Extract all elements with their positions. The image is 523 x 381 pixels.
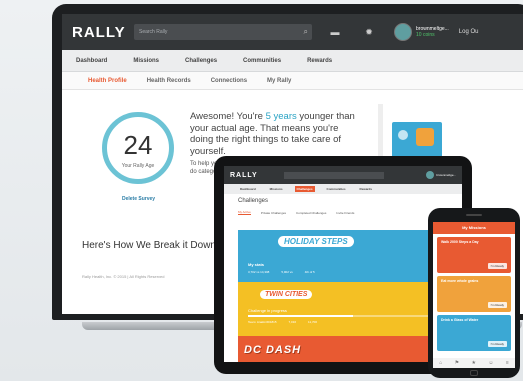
phone-screen: My Missions Walk 2000 Steps a Day I'm Re… bbox=[433, 222, 515, 368]
rally-age-label: Your Rally Age bbox=[121, 163, 155, 169]
tablet-nav-communities[interactable]: Communities bbox=[325, 186, 348, 192]
stat-value: Team: Anakin3D1815 bbox=[248, 320, 277, 324]
main-nav: Dashboard Missions Challenges Communitie… bbox=[62, 50, 523, 72]
tablet-user-menu[interactable]: brownmeltge... bbox=[426, 171, 456, 179]
progress-label: Challenge in progress bbox=[248, 308, 287, 313]
tab-health-records[interactable]: Health Records bbox=[147, 78, 191, 84]
challenge-banner: TWIN CITIES bbox=[260, 290, 313, 299]
nav-challenges[interactable]: Challenges bbox=[185, 58, 217, 64]
tablet-rally-logo[interactable]: RALLY bbox=[230, 172, 270, 179]
stat-value: 5,902 vs bbox=[281, 270, 293, 274]
rally-logo[interactable]: RALLY bbox=[72, 24, 128, 41]
stat-value: 3,702 vs 14,308 bbox=[248, 270, 270, 274]
device-showcase: RALLY Search Rally ⌕ ▬ ✹ brownmeltge... … bbox=[0, 0, 523, 381]
delete-survey-link[interactable]: Delete Survey bbox=[122, 196, 155, 202]
tab-my-rally[interactable]: My Rally bbox=[267, 78, 291, 84]
flag-icon[interactable]: ⚑ bbox=[455, 360, 459, 366]
mission-card[interactable]: Eat more whole grains I'm Ready bbox=[437, 276, 511, 312]
tablet-search-input[interactable] bbox=[284, 171, 384, 179]
phone-tab-bar: ⌂ ⚑ ★ ☺ ≡ bbox=[433, 358, 515, 368]
tab-connections[interactable]: Connections bbox=[211, 78, 247, 84]
nav-missions[interactable]: Missions bbox=[133, 58, 159, 64]
challenge-card-twin-cities[interactable]: TWIN CITIES Challenge in progress Team: … bbox=[238, 282, 448, 336]
rally-age-value: 24 bbox=[123, 130, 153, 160]
gear-icon[interactable]: ✹ bbox=[358, 27, 380, 38]
star-icon[interactable]: ★ bbox=[471, 360, 475, 366]
progress-bar bbox=[248, 315, 438, 317]
tablet-top-bar: RALLY brownmeltge... bbox=[224, 166, 462, 184]
stat-value: 4th of 5 bbox=[304, 270, 315, 274]
tab-my-active[interactable]: My Active bbox=[238, 210, 251, 215]
challenge-card-holiday[interactable]: HOLIDAY STEPS My stats 3,702 vs 14,308 5… bbox=[238, 230, 448, 282]
stat-value: 7,016 bbox=[288, 320, 297, 324]
tablet-user-name: brownmeltge... bbox=[436, 173, 456, 177]
tablet-main-nav: Dashboard Missions Challenges Communitie… bbox=[224, 184, 462, 194]
person-icon[interactable]: ☺ bbox=[488, 360, 493, 366]
challenge-banner: HOLIDAY STEPS bbox=[278, 236, 354, 247]
phone-frame: My Missions Walk 2000 Steps a Day I'm Re… bbox=[428, 208, 520, 378]
nav-communities[interactable]: Communities bbox=[243, 58, 281, 64]
search-icon[interactable]: ⌕ bbox=[304, 27, 308, 37]
tablet-screen: RALLY brownmeltge... Dashboard Missions … bbox=[224, 166, 462, 362]
challenge-banner: DC DASH bbox=[244, 344, 302, 356]
phone-home-button[interactable] bbox=[470, 370, 478, 376]
tablet-nav-dashboard[interactable]: Dashboard bbox=[238, 186, 258, 192]
tablet-nav-challenges[interactable]: Challenges bbox=[294, 186, 315, 192]
challenges-heading: Challenges bbox=[238, 198, 269, 204]
phone-header: My Missions bbox=[433, 222, 515, 234]
stat-value: 11,700 bbox=[308, 320, 317, 324]
phone-speaker bbox=[466, 214, 482, 216]
tablet-nav-rewards[interactable]: Rewards bbox=[358, 186, 375, 192]
stats-label: My stats bbox=[248, 262, 265, 267]
top-bar: RALLY Search Rally ⌕ ▬ ✹ brownmeltge... … bbox=[62, 14, 523, 50]
mission-title: Drink a Glass of Water bbox=[441, 318, 479, 322]
tablet-nav-missions[interactable]: Missions bbox=[268, 186, 285, 192]
menu-icon[interactable]: ≡ bbox=[506, 360, 509, 366]
footer-text: Rally Health, Inc. © 2015 | All Rights R… bbox=[82, 274, 165, 279]
user-menu[interactable]: brownmeltge... 10 coins bbox=[394, 23, 449, 41]
mission-card[interactable]: Walk 2000 Steps a Day I'm Ready bbox=[437, 237, 511, 273]
breakdown-heading: Here's How We Break it Down bbox=[82, 240, 216, 251]
mission-join-button[interactable]: I'm Ready bbox=[487, 341, 507, 347]
mission-title: Eat more whole grains bbox=[441, 279, 479, 283]
tab-health-profile[interactable]: Health Profile bbox=[88, 78, 127, 84]
stats-row: Team: Anakin3D1815 7,016 11,700 bbox=[248, 320, 329, 324]
mission-join-button[interactable]: I'm Ready bbox=[487, 263, 507, 269]
sub-nav: Health Profile Health Records Connection… bbox=[62, 72, 523, 90]
mission-join-button[interactable]: I'm Ready bbox=[487, 302, 507, 308]
home-icon[interactable]: ⌂ bbox=[439, 360, 442, 366]
challenge-tabs: My Active Private Challenges Completed C… bbox=[224, 208, 462, 217]
mission-card[interactable]: Drink a Glass of Water I'm Ready bbox=[437, 315, 511, 351]
tab-completed-challenges[interactable]: Completed Challenges bbox=[296, 211, 326, 215]
logout-link[interactable]: Log Ou bbox=[459, 29, 479, 35]
coin-count: 10 coins bbox=[416, 32, 435, 38]
messages-icon[interactable]: ▬ bbox=[324, 27, 346, 37]
stats-row: 3,702 vs 14,308 5,902 vs 4th of 5 bbox=[248, 270, 327, 274]
nav-dashboard[interactable]: Dashboard bbox=[76, 58, 107, 64]
tab-private-challenges[interactable]: Private Challenges bbox=[261, 211, 286, 215]
tab-invite-friends[interactable]: Invite Friends bbox=[336, 211, 354, 215]
mission-title: Walk 2000 Steps a Day bbox=[441, 240, 479, 244]
nav-rewards[interactable]: Rewards bbox=[307, 58, 332, 64]
avatar[interactable] bbox=[394, 23, 412, 41]
rally-age-circle: 24 Your Rally Age bbox=[102, 112, 174, 184]
search-input[interactable]: Search Rally ⌕ bbox=[134, 24, 312, 40]
tablet-avatar[interactable] bbox=[426, 171, 435, 179]
challenge-card-dc-dash[interactable]: DC DASH bbox=[238, 336, 448, 362]
result-headline: Awesome! You're 5 years younger than you… bbox=[190, 111, 355, 157]
